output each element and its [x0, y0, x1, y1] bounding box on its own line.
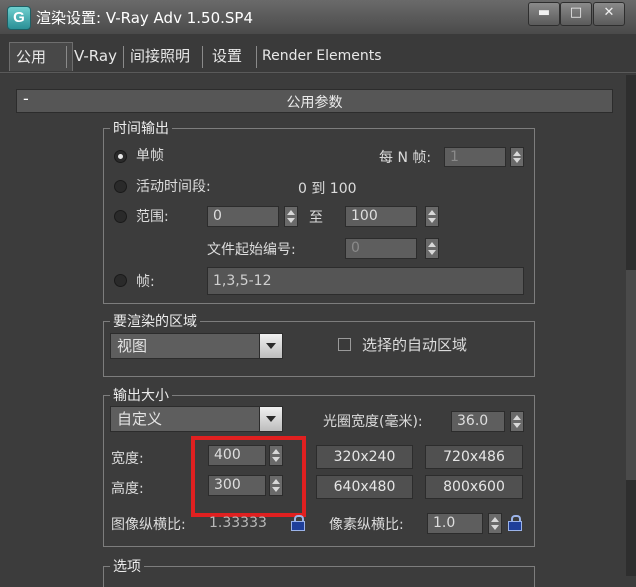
range-label: 范围:	[136, 209, 169, 225]
every-n-frames-label: 每 N 帧:	[379, 150, 432, 166]
render-region-label: 要渲染的区域	[110, 311, 200, 331]
auto-region-label: 选择的自动区域	[362, 336, 468, 354]
preset-720x486-button[interactable]: 720x486	[425, 445, 523, 469]
scrollbar-thumb[interactable]	[626, 270, 636, 480]
tab-common[interactable]: 公用	[9, 42, 73, 71]
output-size-dropdown[interactable]: 自定义	[110, 406, 262, 432]
restore-button[interactable]: □	[560, 2, 592, 26]
aperture-width-input[interactable]: 36.0	[451, 411, 505, 432]
radio-range[interactable]	[114, 210, 127, 223]
radio-single-frame[interactable]	[114, 150, 127, 163]
aperture-width-spinner[interactable]	[510, 411, 524, 432]
file-start-number-label: 文件起始编号:	[207, 242, 296, 258]
divider	[0, 72, 636, 73]
active-segment-range: 0 到 100	[298, 181, 357, 197]
minimize-button[interactable]: ▬	[528, 2, 560, 26]
window-title: 渲染设置: V-Ray Adv 1.50.SP4	[36, 9, 253, 27]
radio-frames[interactable]	[114, 274, 127, 287]
tab-settings[interactable]: 设置	[206, 42, 248, 70]
frames-label: 帧:	[136, 274, 155, 290]
single-frame-label: 单帧	[136, 148, 164, 164]
image-aspect-label: 图像纵横比:	[111, 517, 186, 533]
aperture-width-label: 光圈宽度(毫米):	[323, 414, 423, 430]
pixel-aspect-input[interactable]: 1.0	[427, 513, 483, 534]
options-group	[103, 566, 535, 587]
preset-320x240-button[interactable]: 320x240	[316, 445, 413, 469]
preset-800x600-button[interactable]: 800x600	[425, 475, 523, 499]
rollout-header-common-parameters[interactable]: - 公用参数	[16, 89, 613, 113]
range-to-label: 至	[309, 210, 323, 226]
width-label: 宽度:	[111, 451, 144, 467]
output-size-label: 输出大小	[110, 385, 172, 405]
range-to-spinner[interactable]	[425, 206, 439, 227]
tab-indirect-illumination[interactable]: 间接照明	[124, 42, 196, 70]
range-from-spinner[interactable]	[284, 206, 298, 227]
rollout-title: 公用参数	[286, 95, 343, 111]
pixel-aspect-label: 像素纵横比:	[329, 517, 404, 533]
app-icon: G	[7, 6, 31, 30]
file-start-number-spinner[interactable]	[425, 238, 439, 259]
time-output-label: 时间输出	[110, 118, 172, 138]
active-segment-label: 活动时间段:	[136, 179, 211, 195]
frames-input[interactable]: 1,3,5-12	[207, 267, 524, 295]
every-n-frames-spinner[interactable]	[510, 147, 524, 167]
auto-region-checkbox[interactable]	[338, 338, 351, 351]
file-start-number-input[interactable]: 0	[345, 238, 417, 259]
highlight-annotation	[191, 436, 306, 517]
lock-icon[interactable]	[291, 515, 305, 531]
tab-separator	[66, 46, 67, 68]
range-to-input[interactable]: 100	[345, 206, 417, 227]
range-from-input[interactable]: 0	[207, 206, 279, 227]
preset-640x480-button[interactable]: 640x480	[316, 475, 413, 499]
every-n-frames-input[interactable]: 1	[444, 147, 506, 167]
render-region-dropdown[interactable]: 视图	[110, 333, 262, 359]
pixel-aspect-spinner[interactable]	[488, 513, 502, 534]
tab-render-elements[interactable]: Render Elements	[256, 42, 388, 70]
radio-active-segment[interactable]	[114, 180, 127, 193]
close-button[interactable]: ✕	[593, 2, 625, 26]
options-label: 选项	[110, 556, 144, 576]
image-aspect-value: 1.33333	[209, 515, 267, 531]
tab-separator	[202, 46, 203, 68]
chevron-down-icon[interactable]	[259, 406, 283, 432]
chevron-down-icon[interactable]	[259, 333, 283, 359]
tab-vray[interactable]: V-Ray	[68, 42, 123, 70]
lock-icon[interactable]	[508, 515, 522, 531]
height-label: 高度:	[111, 481, 144, 497]
